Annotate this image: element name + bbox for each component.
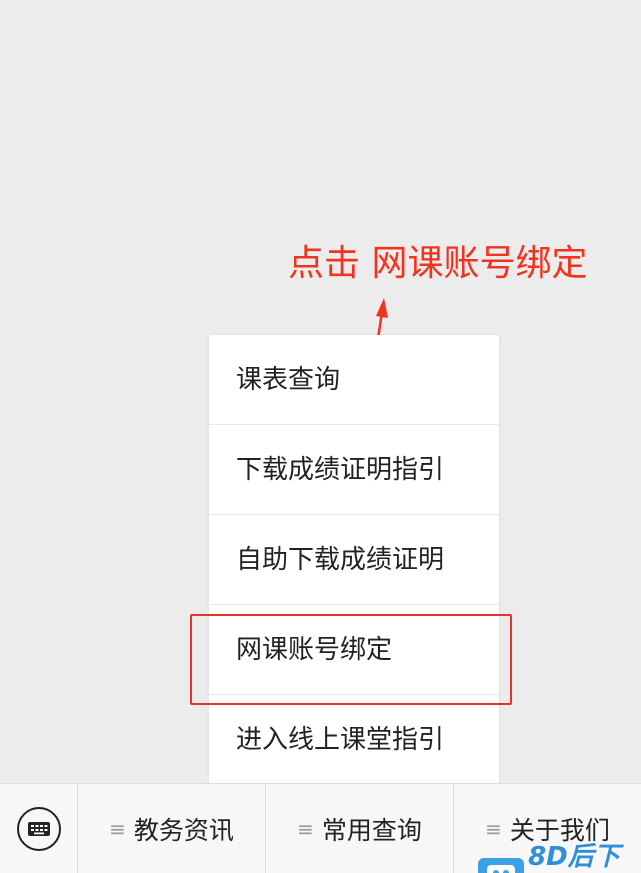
menu-lines-icon: ≡ (297, 816, 314, 841)
menu-tab-academic-news[interactable]: ≡ 教务资讯 (78, 783, 266, 873)
menu-tab-label: 教务资讯 (133, 815, 234, 845)
watermark: 8D后下载 (478, 836, 641, 873)
keyboard-toggle-button[interactable] (0, 783, 78, 873)
annotation-text: 点击 网课账号绑定 (288, 243, 588, 284)
watermark-text: 8D后下载 (528, 842, 620, 872)
menu-tab-common-query[interactable]: ≡ 常用查询 (266, 783, 454, 873)
highlight-box (190, 614, 512, 705)
menu-lines-icon: ≡ (109, 816, 126, 841)
popup-item-schedule-query[interactable]: 课表查询 (209, 335, 499, 425)
menu-tab-label: 常用查询 (321, 815, 422, 845)
popup-item-grade-cert-guide[interactable]: 下载成绩证明指引 (209, 425, 499, 515)
robot-logo-icon (478, 858, 525, 873)
keyboard-icon (16, 806, 61, 851)
popup-menu: 课表查询 下载成绩证明指引 自助下载成绩证明 网课账号绑定 进入线上课堂指引 (209, 335, 499, 785)
popup-item-self-download-grade-cert[interactable]: 自助下载成绩证明 (209, 515, 499, 605)
popup-item-online-class-guide[interactable]: 进入线上课堂指引 (209, 695, 499, 785)
